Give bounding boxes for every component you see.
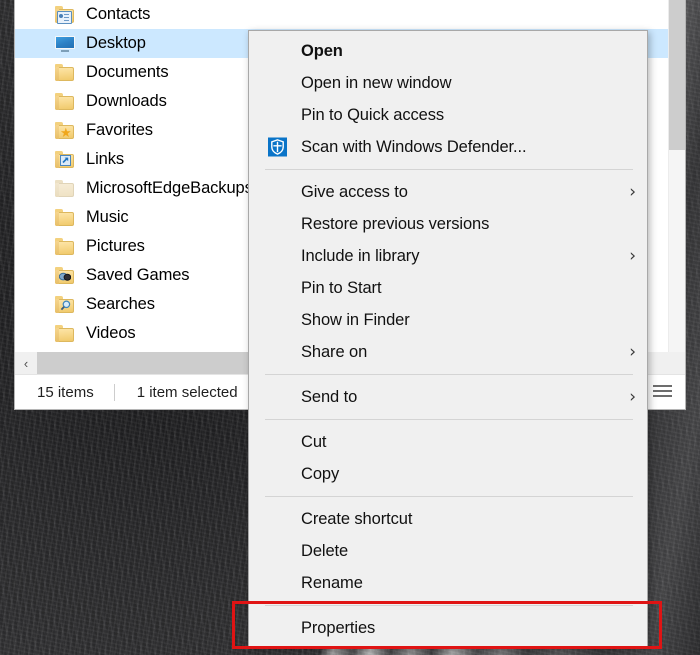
menu-separator: [265, 496, 633, 497]
menu-item-label: Give access to: [301, 182, 408, 201]
menu-item-label: Open in new window: [301, 73, 452, 92]
menu-item-label: Share on: [301, 342, 368, 361]
menu-separator: [265, 374, 633, 375]
folder-icon: [55, 238, 75, 255]
menu-item-label: Cut: [301, 432, 327, 451]
tree-item-contacts[interactable]: Contacts: [15, 0, 685, 29]
tree-item-label: Desktop: [86, 34, 146, 52]
folder-favorites-icon: ★: [55, 122, 75, 139]
chevron-right-icon: ›: [629, 387, 636, 407]
details-view-button[interactable]: [650, 380, 675, 403]
item-count-label: 15 items: [37, 384, 94, 401]
folder-games-icon: [55, 267, 75, 284]
menu-item-send-to[interactable]: Send to ›: [249, 381, 647, 413]
menu-item-label: Rename: [301, 573, 363, 592]
tree-item-label: Links: [86, 150, 125, 168]
menu-item-give-access-to[interactable]: Give access to ›: [249, 176, 647, 208]
menu-item-pin-to-quick-access[interactable]: Pin to Quick access: [249, 99, 647, 131]
menu-item-open[interactable]: Open: [249, 35, 647, 67]
menu-item-copy[interactable]: Copy: [249, 458, 647, 490]
folder-icon: [55, 64, 75, 81]
menu-item-label: Restore previous versions: [301, 214, 490, 233]
tree-item-label: Downloads: [86, 92, 167, 110]
menu-item-create-shortcut[interactable]: Create shortcut: [249, 503, 647, 535]
menu-item-label: Copy: [301, 464, 340, 483]
menu-item-label: Send to: [301, 387, 358, 406]
vertical-scrollbar-thumb[interactable]: [669, 0, 685, 150]
menu-item-delete[interactable]: Delete: [249, 535, 647, 567]
desktop-monitor-icon: [55, 35, 75, 52]
menu-item-include-in-library[interactable]: Include in library ›: [249, 240, 647, 272]
context-menu[interactable]: Open Open in new window Pin to Quick acces…: [248, 30, 648, 648]
chevron-right-icon: ›: [629, 182, 636, 202]
menu-item-pin-to-start[interactable]: Pin to Start: [249, 272, 647, 304]
tree-item-label: MicrosoftEdgeBackups: [86, 179, 253, 197]
menu-separator: [265, 419, 633, 420]
screen: Contacts Desktop Documents Downloads ★ Favori…: [0, 0, 700, 655]
status-divider: [113, 384, 115, 401]
folder-icon: [55, 209, 75, 226]
menu-item-label: Pin to Quick access: [301, 105, 444, 124]
menu-item-cut[interactable]: Cut: [249, 426, 647, 458]
tree-item-label: Music: [86, 208, 129, 226]
menu-item-restore-previous-versions[interactable]: Restore previous versions: [249, 208, 647, 240]
folder-icon: [55, 325, 75, 342]
tree-item-label: Documents: [86, 63, 169, 81]
windows-defender-icon: [268, 137, 287, 157]
menu-item-label: Include in library: [301, 246, 420, 265]
selection-count-label: 1 item selected: [136, 384, 238, 401]
chevron-right-icon: ›: [629, 246, 636, 266]
folder-links-icon: [55, 151, 75, 168]
tree-item-label: Videos: [86, 324, 136, 342]
menu-item-properties[interactable]: Properties: [249, 612, 647, 644]
folder-faded-icon: [55, 180, 75, 197]
menu-separator: [265, 169, 633, 170]
menu-item-label: Properties: [301, 618, 376, 637]
menu-item-label: Create shortcut: [301, 509, 413, 528]
chevron-right-icon: ›: [629, 342, 636, 362]
tree-item-label: Searches: [86, 295, 155, 313]
menu-item-show-in-finder[interactable]: Show in Finder: [249, 304, 647, 336]
details-view-icon: [653, 384, 672, 399]
menu-item-label: Delete: [301, 541, 349, 560]
menu-item-share-on[interactable]: Share on ›: [249, 336, 647, 368]
vertical-scrollbar[interactable]: [668, 0, 685, 352]
folder-contacts-icon: [55, 6, 75, 24]
menu-item-label: Open: [301, 41, 343, 60]
menu-item-label: Scan with Windows Defender...: [301, 137, 527, 156]
menu-item-open-in-new-window[interactable]: Open in new window: [249, 67, 647, 99]
tree-item-label: Contacts: [86, 5, 151, 23]
tree-item-label: Pictures: [86, 237, 145, 255]
tree-item-label: Saved Games: [86, 266, 190, 284]
tree-item-label: Favorites: [86, 121, 153, 139]
folder-icon: [55, 93, 75, 110]
menu-item-scan-with-windows-defender[interactable]: Scan with Windows Defender...: [249, 131, 647, 163]
folder-search-icon: [55, 296, 75, 313]
menu-item-label: Pin to Start: [301, 278, 382, 297]
scroll-left-arrow-icon[interactable]: ‹: [15, 352, 37, 374]
menu-item-label: Show in Finder: [301, 310, 410, 329]
menu-item-rename[interactable]: Rename: [249, 567, 647, 599]
menu-separator: [265, 605, 633, 606]
